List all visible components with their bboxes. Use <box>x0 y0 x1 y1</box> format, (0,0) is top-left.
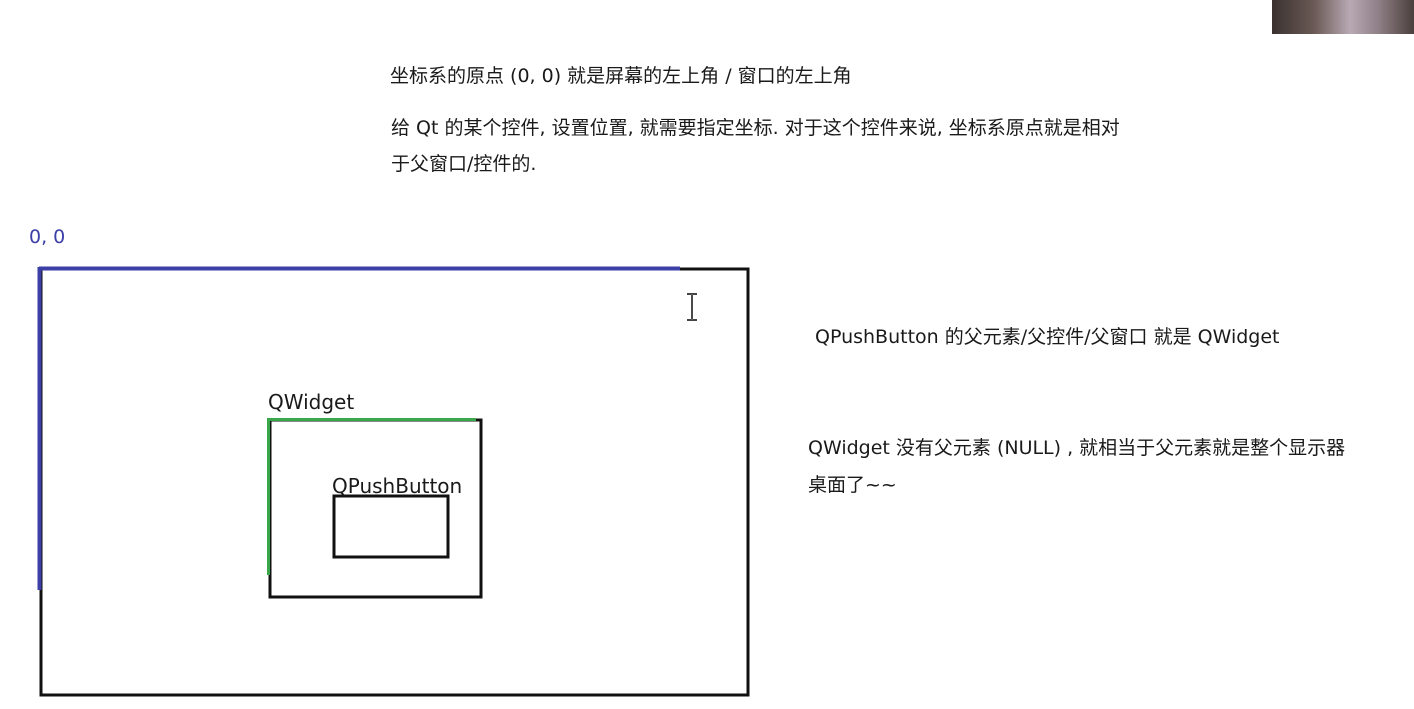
note-parent: QPushButton 的父元素/父控件/父窗口 就是 QWidget <box>815 326 1280 348</box>
origin-label: 0, 0 <box>29 226 66 248</box>
text-cursor-icon <box>687 293 697 321</box>
coordinate-diagram <box>37 266 750 697</box>
note-qwidget-line-1: QWidget 没有父元素 (NULL) , 就相当于父元素就是整个显示器 <box>808 437 1346 459</box>
qpushbutton-label: QPushButton <box>332 474 463 498</box>
qpushbutton-frame <box>332 494 450 559</box>
qwidget-label: QWidget <box>268 390 355 414</box>
note-qwidget-line-2: 桌面了~~ <box>808 474 897 496</box>
